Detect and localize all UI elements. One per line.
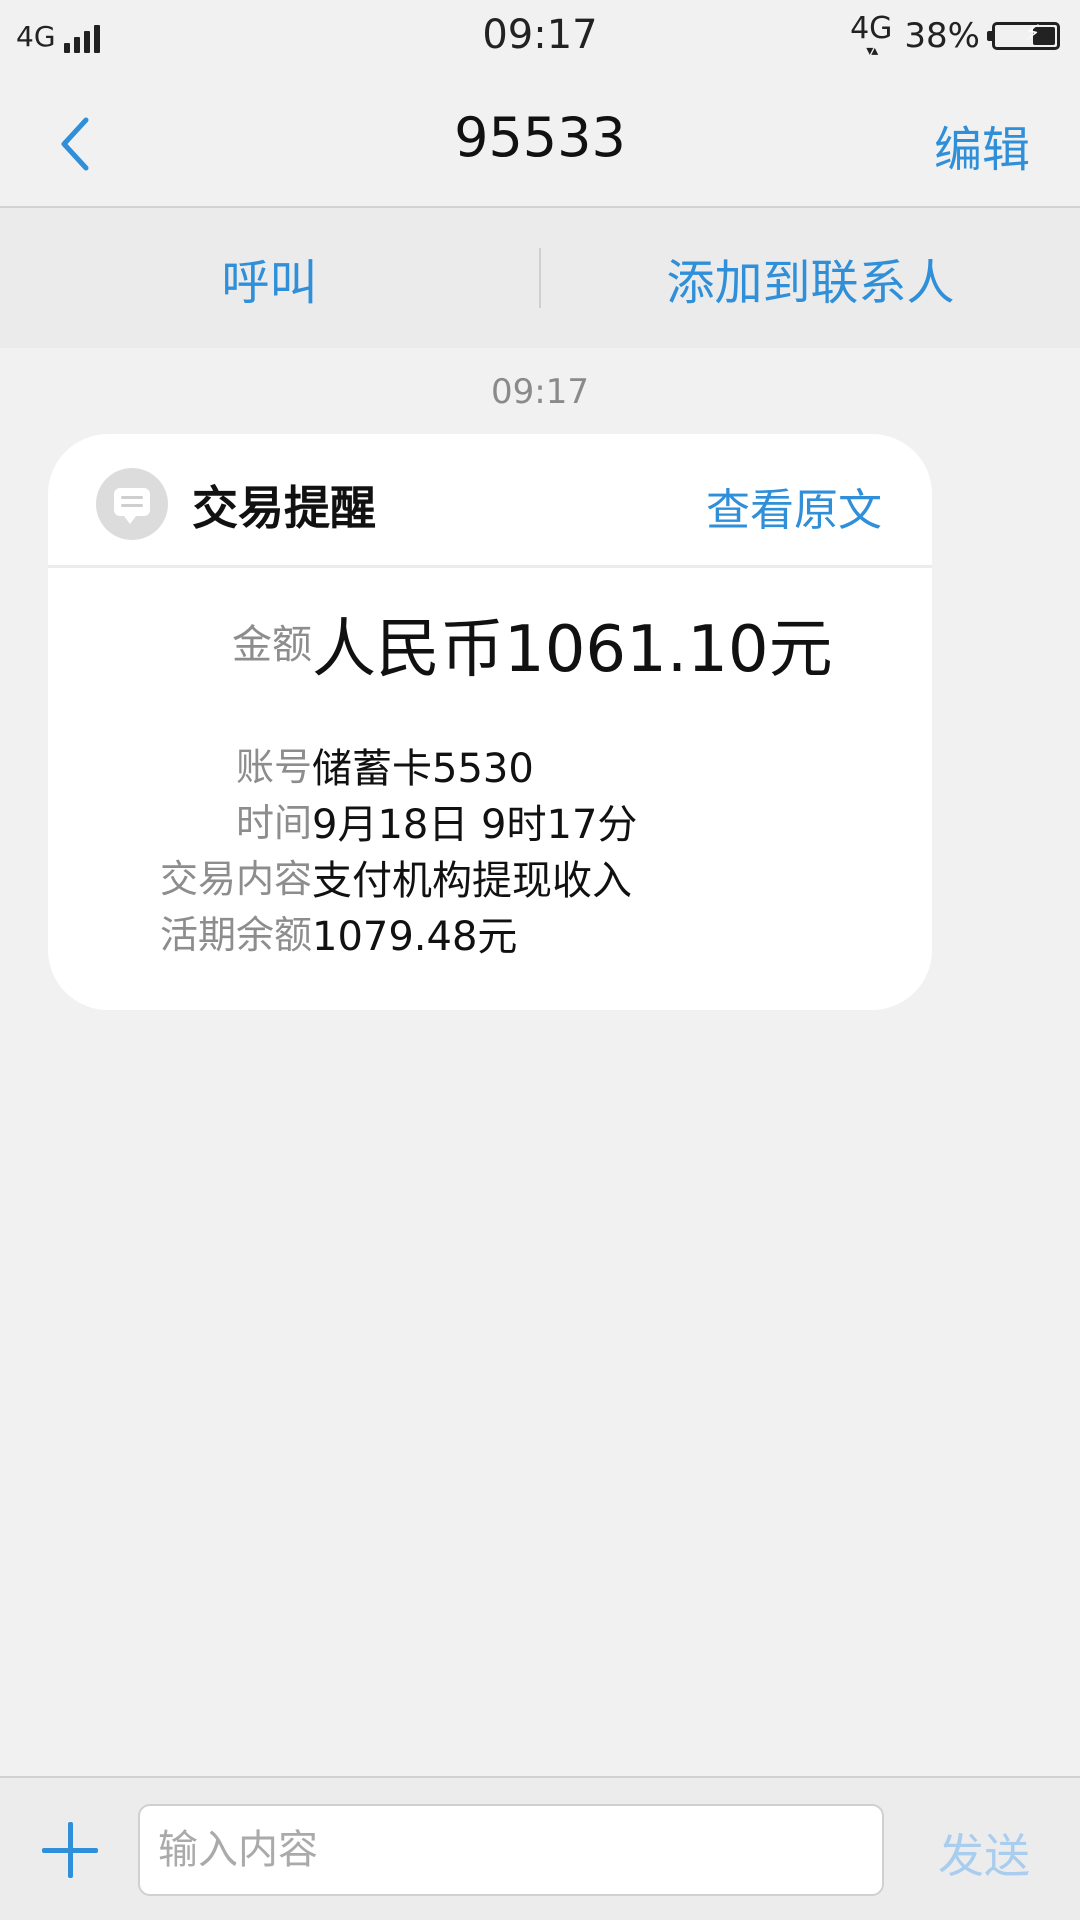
- charging-bolt-icon: ⚡: [1025, 21, 1041, 46]
- message-timestamp: 09:17: [491, 372, 589, 412]
- balance-value: 1079.48元: [312, 914, 518, 960]
- account-value: 储蓄卡5530: [312, 746, 534, 792]
- account-label: 账号: [235, 745, 312, 789]
- time-value: 9月18日 9时17分: [312, 802, 638, 848]
- send-button[interactable]: 发送: [938, 1820, 1030, 1886]
- data-network-icon: 4G ▾▴: [850, 11, 893, 59]
- view-original-link[interactable]: 查看原文: [706, 474, 882, 538]
- balance-label: 活期余额: [159, 913, 312, 957]
- status-right: 4G ▾▴ 38% ⚡: [850, 14, 1060, 58]
- add-to-contacts-button[interactable]: 添加到联系人: [541, 243, 1080, 313]
- plus-icon[interactable]: [42, 1822, 98, 1878]
- sms-thread-screen: 4G 09:17 4G ▾▴ 38% ⚡ 95533 编辑 呼叫 添加到联系人 …: [0, 0, 1080, 1920]
- time-label: 时间: [235, 801, 312, 845]
- nav-bar: 95533 编辑: [0, 76, 1080, 208]
- amount-label: 金额: [232, 622, 312, 668]
- battery-charging-icon: ⚡: [987, 21, 1060, 50]
- edit-button[interactable]: 编辑: [934, 110, 1030, 180]
- data-arrows-icon: ▾▴: [866, 43, 878, 59]
- composer-bar: 发送: [0, 1776, 1080, 1920]
- amount-value: 人民币1061.10元: [312, 613, 833, 687]
- card-header: 交易提醒 查看原文: [48, 434, 932, 568]
- content-value: 支付机构提现收入: [312, 858, 632, 904]
- status-bar: 4G 09:17 4G ▾▴ 38% ⚡: [0, 0, 1080, 76]
- contact-number-title: 95533: [454, 106, 626, 169]
- data-network-label: 4G: [850, 11, 893, 46]
- call-button[interactable]: 呼叫: [0, 243, 539, 313]
- card-title: 交易提醒: [192, 481, 376, 535]
- content-label: 交易内容: [159, 857, 312, 901]
- transaction-card[interactable]: 交易提醒 查看原文 金额 人民币1061.10元 账号 储蓄卡5530 时间 9…: [48, 434, 932, 1010]
- message-bubble-icon: [96, 468, 168, 540]
- message-input[interactable]: [138, 1804, 884, 1896]
- contact-action-bar: 呼叫 添加到联系人: [0, 208, 1080, 348]
- battery-percent: 38%: [904, 16, 980, 56]
